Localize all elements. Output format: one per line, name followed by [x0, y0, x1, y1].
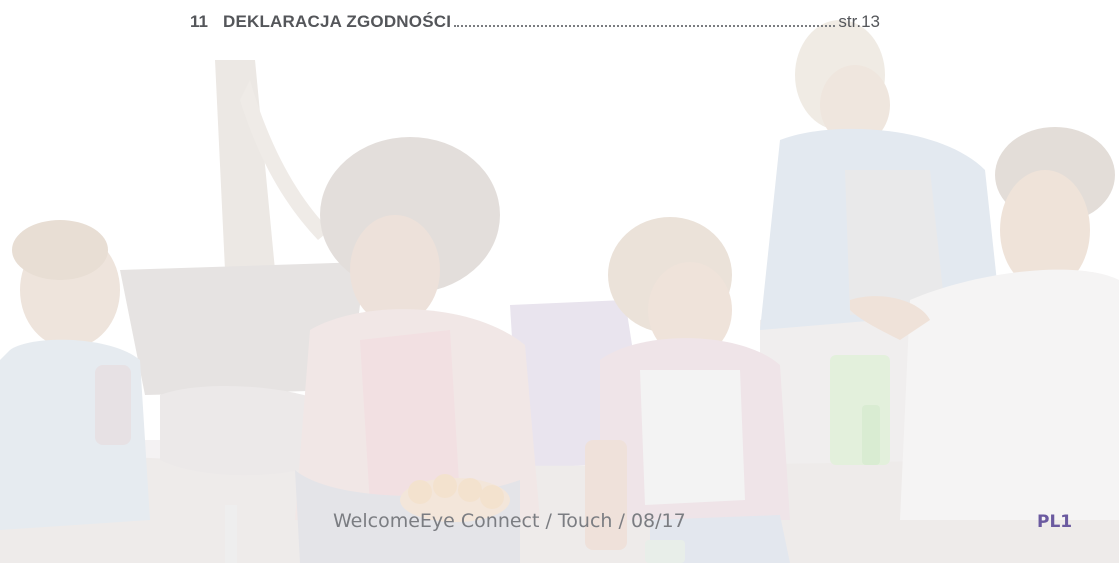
toc-entry-title: DEKLARACJA ZGODNOŚCI [222, 12, 452, 31]
footer-product-label: WelcomeEye Connect / Touch / 08/17 [333, 510, 686, 532]
background-family-photo [0, 0, 1119, 563]
toc-entry-number: 11 [190, 12, 208, 31]
toc-entry[interactable]: 11 DEKLARACJA ZGODNOŚCI str.13 [190, 12, 880, 36]
toc-dot-leader [454, 25, 836, 27]
toc-entry-page: str.13 [838, 12, 880, 31]
page-number: PL1 [1037, 512, 1073, 532]
